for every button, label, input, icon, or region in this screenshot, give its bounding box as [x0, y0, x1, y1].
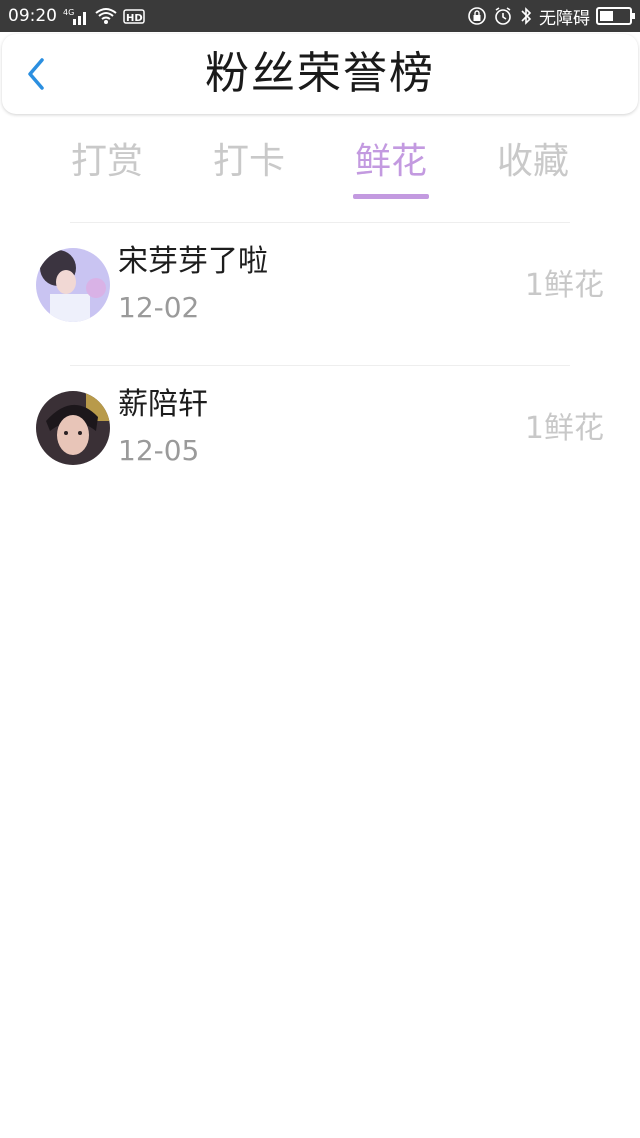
list-item[interactable]: 薪陪轩 12-05 1鲜花: [0, 387, 640, 501]
network-type-label: 4G: [63, 8, 74, 17]
fan-date: 12-02: [118, 291, 200, 324]
signal-icon: 4G: [63, 6, 89, 26]
accessibility-label: 无障碍: [539, 8, 590, 29]
flower-count: 1鲜花: [524, 268, 604, 303]
divider: [70, 222, 570, 223]
active-tab-indicator: [353, 194, 429, 199]
flower-count: 1鲜花: [524, 411, 604, 446]
hd-label: HD: [126, 13, 143, 24]
fan-name: 薪陪轩: [118, 387, 208, 422]
page-header: 粉丝荣誉榜: [2, 34, 638, 114]
fan-name: 宋芽芽了啦: [118, 244, 268, 279]
tab-flowers[interactable]: 鲜花: [336, 138, 446, 186]
status-time: 09:20: [8, 6, 57, 26]
list-item[interactable]: 宋芽芽了啦 12-02 1鲜花: [0, 244, 640, 358]
lock-rotation-icon: [467, 6, 487, 26]
alarm-icon: [493, 6, 513, 26]
tab-favorites[interactable]: 收藏: [478, 138, 588, 186]
bluetooth-icon: [519, 6, 533, 26]
avatar: [36, 391, 110, 465]
tab-bar: 打赏 打卡 鲜花 收藏: [0, 130, 640, 202]
hd-icon: HD: [123, 6, 145, 26]
avatar: [36, 248, 110, 322]
fan-date: 12-05: [118, 434, 200, 467]
battery-icon: [596, 7, 635, 25]
tab-reward[interactable]: 打赏: [52, 138, 162, 186]
status-bar: 09:20 4G HD 无障碍: [0, 0, 640, 32]
page-title: 粉丝荣誉榜: [205, 48, 435, 99]
battery-fill: [600, 11, 613, 21]
status-bar-left: 09:20 4G HD: [8, 6, 145, 26]
tab-checkin[interactable]: 打卡: [194, 138, 304, 186]
wifi-icon: [95, 6, 117, 26]
status-bar-right: 无障碍: [467, 4, 635, 29]
divider: [70, 365, 570, 366]
